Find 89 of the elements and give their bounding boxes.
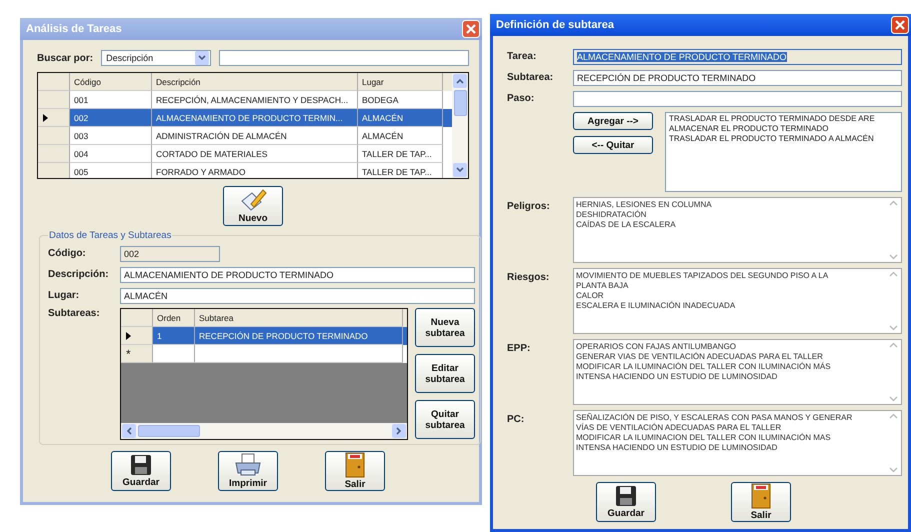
subtask-button[interactable]: Quitar subtarea xyxy=(415,400,475,439)
window-title: Análisis de Tareas xyxy=(26,23,122,35)
current-row-icon xyxy=(43,114,48,122)
search-label: Buscar por: xyxy=(37,52,94,64)
horizontal-scrollbar[interactable] xyxy=(121,423,407,439)
new-row-marker: * xyxy=(121,345,153,363)
text-line: INTENSA HACIENDO UN ESTUDIO DE LUMINOSIDAD xyxy=(576,443,778,453)
scroll-thumb[interactable] xyxy=(138,425,200,437)
text-line: ESCALERA E ILUMINACIÓN INADECUADA xyxy=(576,301,736,311)
scroll-right-icon[interactable] xyxy=(392,424,406,438)
save-button[interactable]: Guardar xyxy=(111,451,171,491)
text-field[interactable] xyxy=(573,90,902,106)
scroll-down-icon[interactable] xyxy=(889,325,898,331)
list-item[interactable]: ALMACENAR EL PRODUCTO TERMINADO xyxy=(669,124,898,134)
list-item[interactable]: TRASLADAR EL PRODUCTO TERMINADO DESDE ARE xyxy=(669,114,898,124)
exit-button[interactable]: Salir xyxy=(731,482,791,522)
pencil-icon xyxy=(239,188,267,212)
text-line: MODIFICAR LA ILUMINACIÓN DEL TALLER CON ILUMINACIÓN MÁS xyxy=(576,362,832,372)
text-line: CAÍDAS DE LA ESCALERA xyxy=(576,220,677,230)
print-button[interactable]: Imprimir xyxy=(218,451,278,491)
scroll-down-icon[interactable] xyxy=(889,467,898,473)
scroll-down-icon[interactable] xyxy=(889,254,898,260)
scroll-up-icon[interactable] xyxy=(889,413,898,419)
scroll-down-icon[interactable] xyxy=(889,396,898,402)
exit-door-icon xyxy=(345,452,365,478)
step-button[interactable]: <-- Quitar xyxy=(573,136,653,154)
text-line: CALOR xyxy=(576,291,605,301)
subtask-row[interactable]: 1 RECEPCIÓN DE PRODUCTO TERMINADO xyxy=(121,327,407,345)
text-line: HERNIAS, LESIONES EN COLUMNA xyxy=(576,200,713,210)
scroll-up-icon[interactable] xyxy=(889,342,898,348)
table-cell: 005 xyxy=(70,163,152,178)
new-button[interactable]: Nuevo xyxy=(223,186,283,226)
task-row[interactable]: 005 FORRADO Y ARMADO TALLER DE TAP... xyxy=(38,163,452,178)
text-field[interactable]: RECEPCIÓN DE PRODUCTO TERMINADO xyxy=(573,70,902,86)
text-line: MODIFICAR LA ILUMINACION DEL TALLER CON ILUMINACIÓN MAS xyxy=(576,433,832,443)
field-label: Código: xyxy=(48,248,87,259)
table-cell: FORRADO Y ARMADO xyxy=(152,163,358,178)
printer-icon xyxy=(234,453,262,477)
field-label: Peligros: xyxy=(507,200,551,212)
text-line: DESHIDRATACIÓN xyxy=(576,210,648,220)
text-area[interactable] xyxy=(573,410,902,476)
step-button[interactable]: Agregar --> xyxy=(573,112,653,130)
group-title: Datos de Tareas y Subtareas xyxy=(48,230,172,241)
scroll-up-icon[interactable] xyxy=(889,271,898,277)
field-label: Tarea: xyxy=(507,51,538,62)
text-field[interactable]: 002 xyxy=(120,246,220,262)
subtask-button[interactable]: Editar subtarea xyxy=(415,354,475,393)
subtask-button[interactable]: Nueva subtarea xyxy=(415,308,475,347)
exit-door-icon xyxy=(751,483,771,509)
text-area[interactable]: HERNIAS, LESIONES EN COLUMNA DESHIDRATACIÓN CAÍDAS DE LA ESCALERA xyxy=(573,197,902,263)
window-title: Definición de subtarea xyxy=(496,19,614,31)
text-line: MOVIMIENTO DE MUEBLES TAPIZADOS DEL SEGUNDO PISO A LA xyxy=(576,271,830,281)
table-cell: TALLER DE TAP... xyxy=(358,163,443,178)
text-line: INTENSA HACIENDO UN ESTUDIO DE LUMINOSIDAD xyxy=(576,372,778,382)
scroll-thumb[interactable] xyxy=(454,90,466,116)
vertical-scrollbar[interactable] xyxy=(452,73,468,178)
task-row[interactable]: 002 ALMACENAMIENTO DE PRODUCTO TERMIN... ALMACÉN xyxy=(38,109,452,127)
field-label: Subtarea: xyxy=(507,72,554,83)
list-item[interactable]: TRASLADAR EL PRODUCTO TERMINADO A ALMACÉN xyxy=(669,134,898,144)
text-area[interactable]: MOVIMIENTO DE MUEBLES TAPIZADOS DEL SEGUNDO PISO A LA PLANTA BAJA CALOR ESCALERA E ILUMINACIÓN INADECUADA xyxy=(573,268,902,334)
task-row[interactable]: 003 ADMINISTRACIÓN DE ALMACÉN ALMACÉN xyxy=(38,127,452,145)
text-field[interactable]: ALMACENAMIENTO DE PRODUCTO TERMINADO xyxy=(120,266,475,282)
text-line: GENERAR VIAS DE VENTILACIÓN ADECUADAS PARA EL TALLER xyxy=(576,352,824,362)
field-label: Subtareas: xyxy=(48,308,101,319)
search-field[interactable] xyxy=(219,50,469,66)
scroll-down-icon[interactable] xyxy=(453,163,467,177)
field-label: Riesgos: xyxy=(507,271,550,283)
text-line: SEÑALIZACIÓN DE PISO, Y ESCALERAS CON PASA MANOS Y GENERAR xyxy=(576,413,854,423)
save-button[interactable]: Guardar xyxy=(596,482,656,522)
text-field[interactable]: ALMACÉN xyxy=(120,288,475,304)
field-label: EPP: xyxy=(507,342,532,354)
task-row[interactable]: 004 CORTADO DE MATERIALES TALLER DE TAP... xyxy=(38,145,452,163)
field-label: Descripción: xyxy=(48,269,110,280)
current-row-icon xyxy=(126,332,131,340)
task-row[interactable]: 001 RECEPCIÓN, ALMACENAMIENTO Y DESPACH... BODEGA xyxy=(38,91,452,109)
text-line: VÍAS DE VENTILACIÓN ADECUADAS PARA EL TALLER xyxy=(576,423,782,433)
text-area[interactable]: OPERARIOS CON FAJAS ANTILUMBANGO GENERAR VIAS DE VENTILACIÓN ADECUADAS PARA EL TALLER MODIFICAR LA ILUMINACIÓN DEL TALLER CON ILUMINACIÓN MÁS INTENSA HACIENDO UN ESTUDIO DE LUMINOSIDAD xyxy=(573,339,902,405)
search-by-dropdown[interactable]: Descripción xyxy=(101,50,212,66)
scroll-up-icon[interactable] xyxy=(889,200,898,206)
text-field[interactable]: ALMACENAMIENTO DE PRODUCTO TERMINADO xyxy=(573,48,902,64)
exit-button[interactable]: Salir xyxy=(325,451,385,491)
field-label: PC: xyxy=(507,413,526,425)
text-line: PLANTA BAJA xyxy=(576,281,630,291)
close-icon[interactable] xyxy=(891,16,909,34)
text-line: OPERARIOS CON FAJAS ANTILUMBANGO xyxy=(576,342,738,352)
scroll-up-icon[interactable] xyxy=(453,74,467,88)
field-label: Paso: xyxy=(507,93,536,104)
field-label: Lugar: xyxy=(48,290,80,301)
scroll-left-icon[interactable] xyxy=(122,424,136,438)
